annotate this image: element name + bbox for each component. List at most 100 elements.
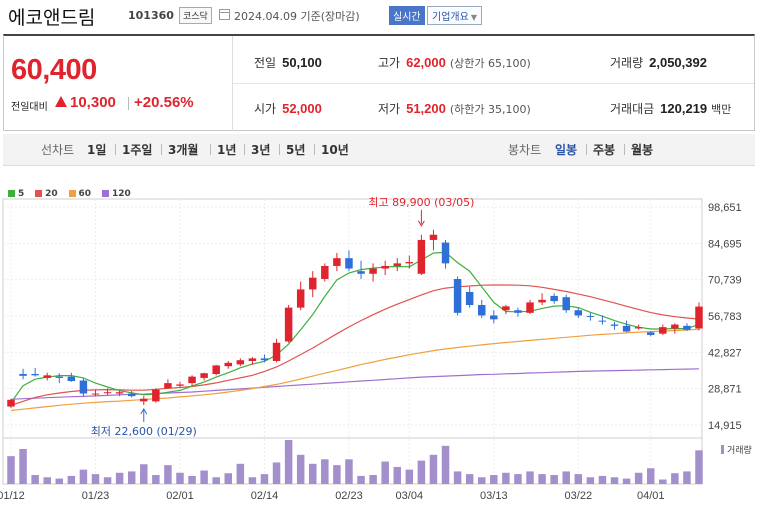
candle-body: [152, 389, 160, 402]
candle-body: [296, 289, 305, 308]
volume-bar: [333, 465, 341, 484]
x-tick-label: 03/04: [396, 490, 424, 502]
volume-bar: [550, 475, 558, 484]
line-ma60: [10, 328, 700, 412]
volume-bar: [574, 474, 583, 484]
x-tick-label: 02/14: [251, 490, 279, 502]
high-annotation: 최고 89,900 (03/05): [368, 196, 474, 209]
x-tick-label: 03/13: [480, 490, 508, 502]
volume-bar: [236, 463, 245, 484]
y-tick-label: 84,695: [708, 238, 742, 250]
volume-bar: [188, 475, 196, 484]
volume-bar: [212, 477, 220, 484]
candle-body: [345, 258, 353, 269]
volume-bar: [309, 463, 317, 484]
volume-bar: [91, 474, 100, 484]
x-tick-label: 01/12: [0, 490, 25, 502]
y-tick-label: 70,739: [708, 275, 742, 287]
volume-bar: [526, 471, 534, 484]
candle-body: [31, 374, 39, 376]
candle-body: [477, 305, 486, 316]
volume-bar: [260, 474, 269, 484]
candle-body: [562, 297, 570, 311]
volume-bar: [453, 471, 462, 484]
candle-body: [200, 373, 208, 378]
volume-bar: [127, 471, 136, 484]
volume-bar: [152, 475, 160, 484]
volume-bar: [19, 448, 27, 484]
volume-bar: [538, 474, 546, 484]
candle-body: [646, 332, 655, 335]
candle-body: [260, 358, 269, 361]
candle-body: [212, 365, 220, 375]
low-annotation: 최저 22,600 (01/29): [91, 425, 197, 438]
volume-bar: [272, 462, 281, 484]
volume-bar: [296, 454, 305, 484]
volume-label: 거래량: [727, 444, 752, 456]
x-tick-label: 02/01: [166, 490, 194, 502]
volume-bar: [321, 459, 329, 484]
candle-body: [683, 325, 691, 330]
y-tick-label: 98,651: [708, 202, 742, 214]
candle-body: [333, 258, 341, 266]
candle-body: [188, 376, 196, 384]
volume-bar: [634, 472, 643, 484]
candle-body: [598, 320, 607, 322]
candle-body: [465, 292, 474, 306]
volume-bar: [646, 468, 655, 484]
volume-bar: [79, 469, 88, 484]
volume-bar: [176, 472, 184, 484]
line-ma5: [10, 251, 700, 403]
candle-body: [417, 239, 426, 274]
line-ma20: [10, 284, 700, 406]
y-tick-label: 28,871: [708, 384, 742, 396]
candle-body: [502, 306, 510, 311]
volume-bar: [284, 440, 293, 484]
candle-body: [622, 325, 631, 332]
volume-bar: [429, 454, 438, 484]
candlestick-chart[interactable]: 98,651 84,695 70,739 56,783 42,827 28,871 14,9…: [0, 0, 758, 507]
candle-body: [659, 327, 667, 334]
candle-body: [236, 360, 245, 365]
volume-bar: [67, 475, 76, 484]
candle-body: [248, 358, 257, 361]
candle-body: [453, 278, 462, 313]
candle-body: [272, 342, 281, 361]
volume-bar: [562, 471, 570, 484]
candle-body: [19, 374, 27, 376]
candle-body: [634, 327, 643, 329]
y-tick-label: 14,915: [708, 420, 742, 432]
candle-body: [610, 324, 619, 326]
volume-bar: [43, 477, 51, 484]
candle-body: [526, 302, 534, 313]
volume-bar: [103, 477, 112, 484]
candle-body: [127, 393, 136, 397]
x-tick-label: 01/23: [82, 490, 110, 502]
volume-bar: [369, 475, 377, 484]
candle-body: [43, 375, 51, 378]
line-ma120: [10, 368, 700, 400]
candle-body: [91, 393, 100, 395]
candle-body: [429, 234, 438, 240]
volume-legend-swatch: [721, 445, 724, 454]
plot-frame: [2, 198, 703, 485]
candle-body: [321, 265, 329, 279]
candle-body: [538, 299, 546, 303]
candle-body: [369, 268, 377, 274]
y-tick-label: 56,783: [708, 311, 742, 323]
volume-bar: [200, 470, 208, 484]
candle-body: [550, 295, 558, 302]
volume-bar: [248, 477, 257, 484]
candle-body: [574, 310, 583, 316]
volume-bar: [7, 456, 15, 484]
candle-body: [284, 307, 293, 342]
volume-bar: [610, 477, 619, 484]
candle-body: [224, 362, 233, 367]
candle-body: [671, 324, 679, 329]
candle-body: [79, 380, 88, 394]
candle-body: [309, 277, 317, 290]
candle-body: [103, 392, 112, 394]
volume-bar: [115, 472, 124, 484]
volume-bar: [695, 450, 703, 484]
volume-bar: [683, 471, 691, 484]
